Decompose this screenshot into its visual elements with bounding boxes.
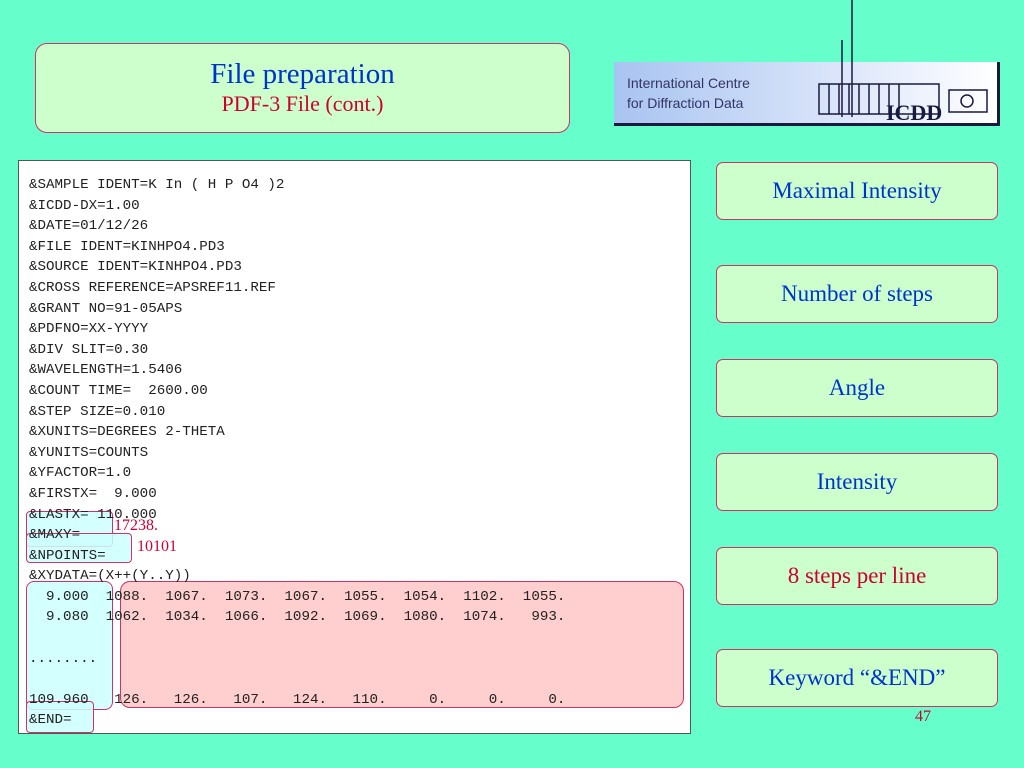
code-line: &XUNITS=DEGREES 2-THETA <box>29 424 225 441</box>
page-title: File preparation <box>210 58 395 90</box>
code-line: &YFACTOR=1.0 <box>29 465 132 482</box>
icdd-logo-graphic: ICDD <box>818 62 988 125</box>
code-line: &SAMPLE IDENT=K In ( H P O4 )2 <box>29 177 285 193</box>
code-line: &GRANT NO=91-05APS <box>29 300 183 317</box>
label-keyword-end: Keyword “&END” <box>716 649 998 707</box>
logo-mark-text: ICDD <box>886 100 942 125</box>
logo-stems <box>841 0 853 62</box>
icdd-logo: International Centre for Diffraction Dat… <box>614 62 1000 126</box>
code-line: &YUNITS=COUNTS <box>29 444 149 461</box>
maxy-value-annotation: 17238. <box>114 517 158 534</box>
code-line: &END= <box>29 712 72 729</box>
code-line: &NPOINTS= <box>29 547 106 564</box>
file-text: &SAMPLE IDENT=K In ( H P O4 )2 &ICDD-DX=1… <box>29 175 565 731</box>
code-line: &DIV SLIT=0.30 <box>29 341 149 358</box>
code-line: &COUNT TIME= 2600.00 <box>29 382 208 399</box>
code-line: 9.000 1088. 1067. 1073. 1067. 1055. 1054… <box>29 588 566 605</box>
code-line: 109.960 126. 126. 107. 124. 110. 0. 0. 0… <box>29 691 566 708</box>
code-line: &ICDD-DX=1.00 <box>29 197 140 214</box>
code-line: ........ <box>29 650 98 667</box>
code-line: &LASTX= 110.000 <box>29 506 157 523</box>
code-line: &PDFNO=XX-YYYY <box>29 321 149 338</box>
label-number-of-steps: Number of steps <box>716 265 998 323</box>
page-subtitle: PDF-3 File (cont.) <box>221 91 384 116</box>
label-intensity: Intensity <box>716 453 998 511</box>
label-8-steps-per-line: 8 steps per line <box>716 547 998 605</box>
code-line: &MAXY= <box>29 527 81 544</box>
code-line: 9.080 1062. 1034. 1066. 1092. 1069. 1080… <box>29 609 566 626</box>
page-number: 47 <box>915 708 931 725</box>
label-maximal-intensity: Maximal Intensity <box>716 162 998 220</box>
code-line: &SOURCE IDENT=KINHPO4.PD3 <box>29 259 242 276</box>
code-line: &DATE=01/12/26 <box>29 218 149 235</box>
code-line: &STEP SIZE=0.010 <box>29 403 166 420</box>
file-content-panel: &SAMPLE IDENT=K In ( H P O4 )2 &ICDD-DX=1… <box>18 160 691 734</box>
npoints-value-annotation: 10101 <box>137 538 177 555</box>
label-angle: Angle <box>716 359 998 417</box>
code-line: &FILE IDENT=KINHPO4.PD3 <box>29 238 225 255</box>
title-box: File preparation PDF-3 File (cont.) <box>35 43 570 133</box>
code-line: &WAVELENGTH=1.5406 <box>29 362 183 379</box>
code-line: &FIRSTX= 9.000 <box>29 485 157 502</box>
code-line: &CROSS REFERENCE=APSREF11.REF <box>29 279 276 296</box>
code-line: &XYDATA=(X++(Y..Y)) <box>29 568 191 585</box>
